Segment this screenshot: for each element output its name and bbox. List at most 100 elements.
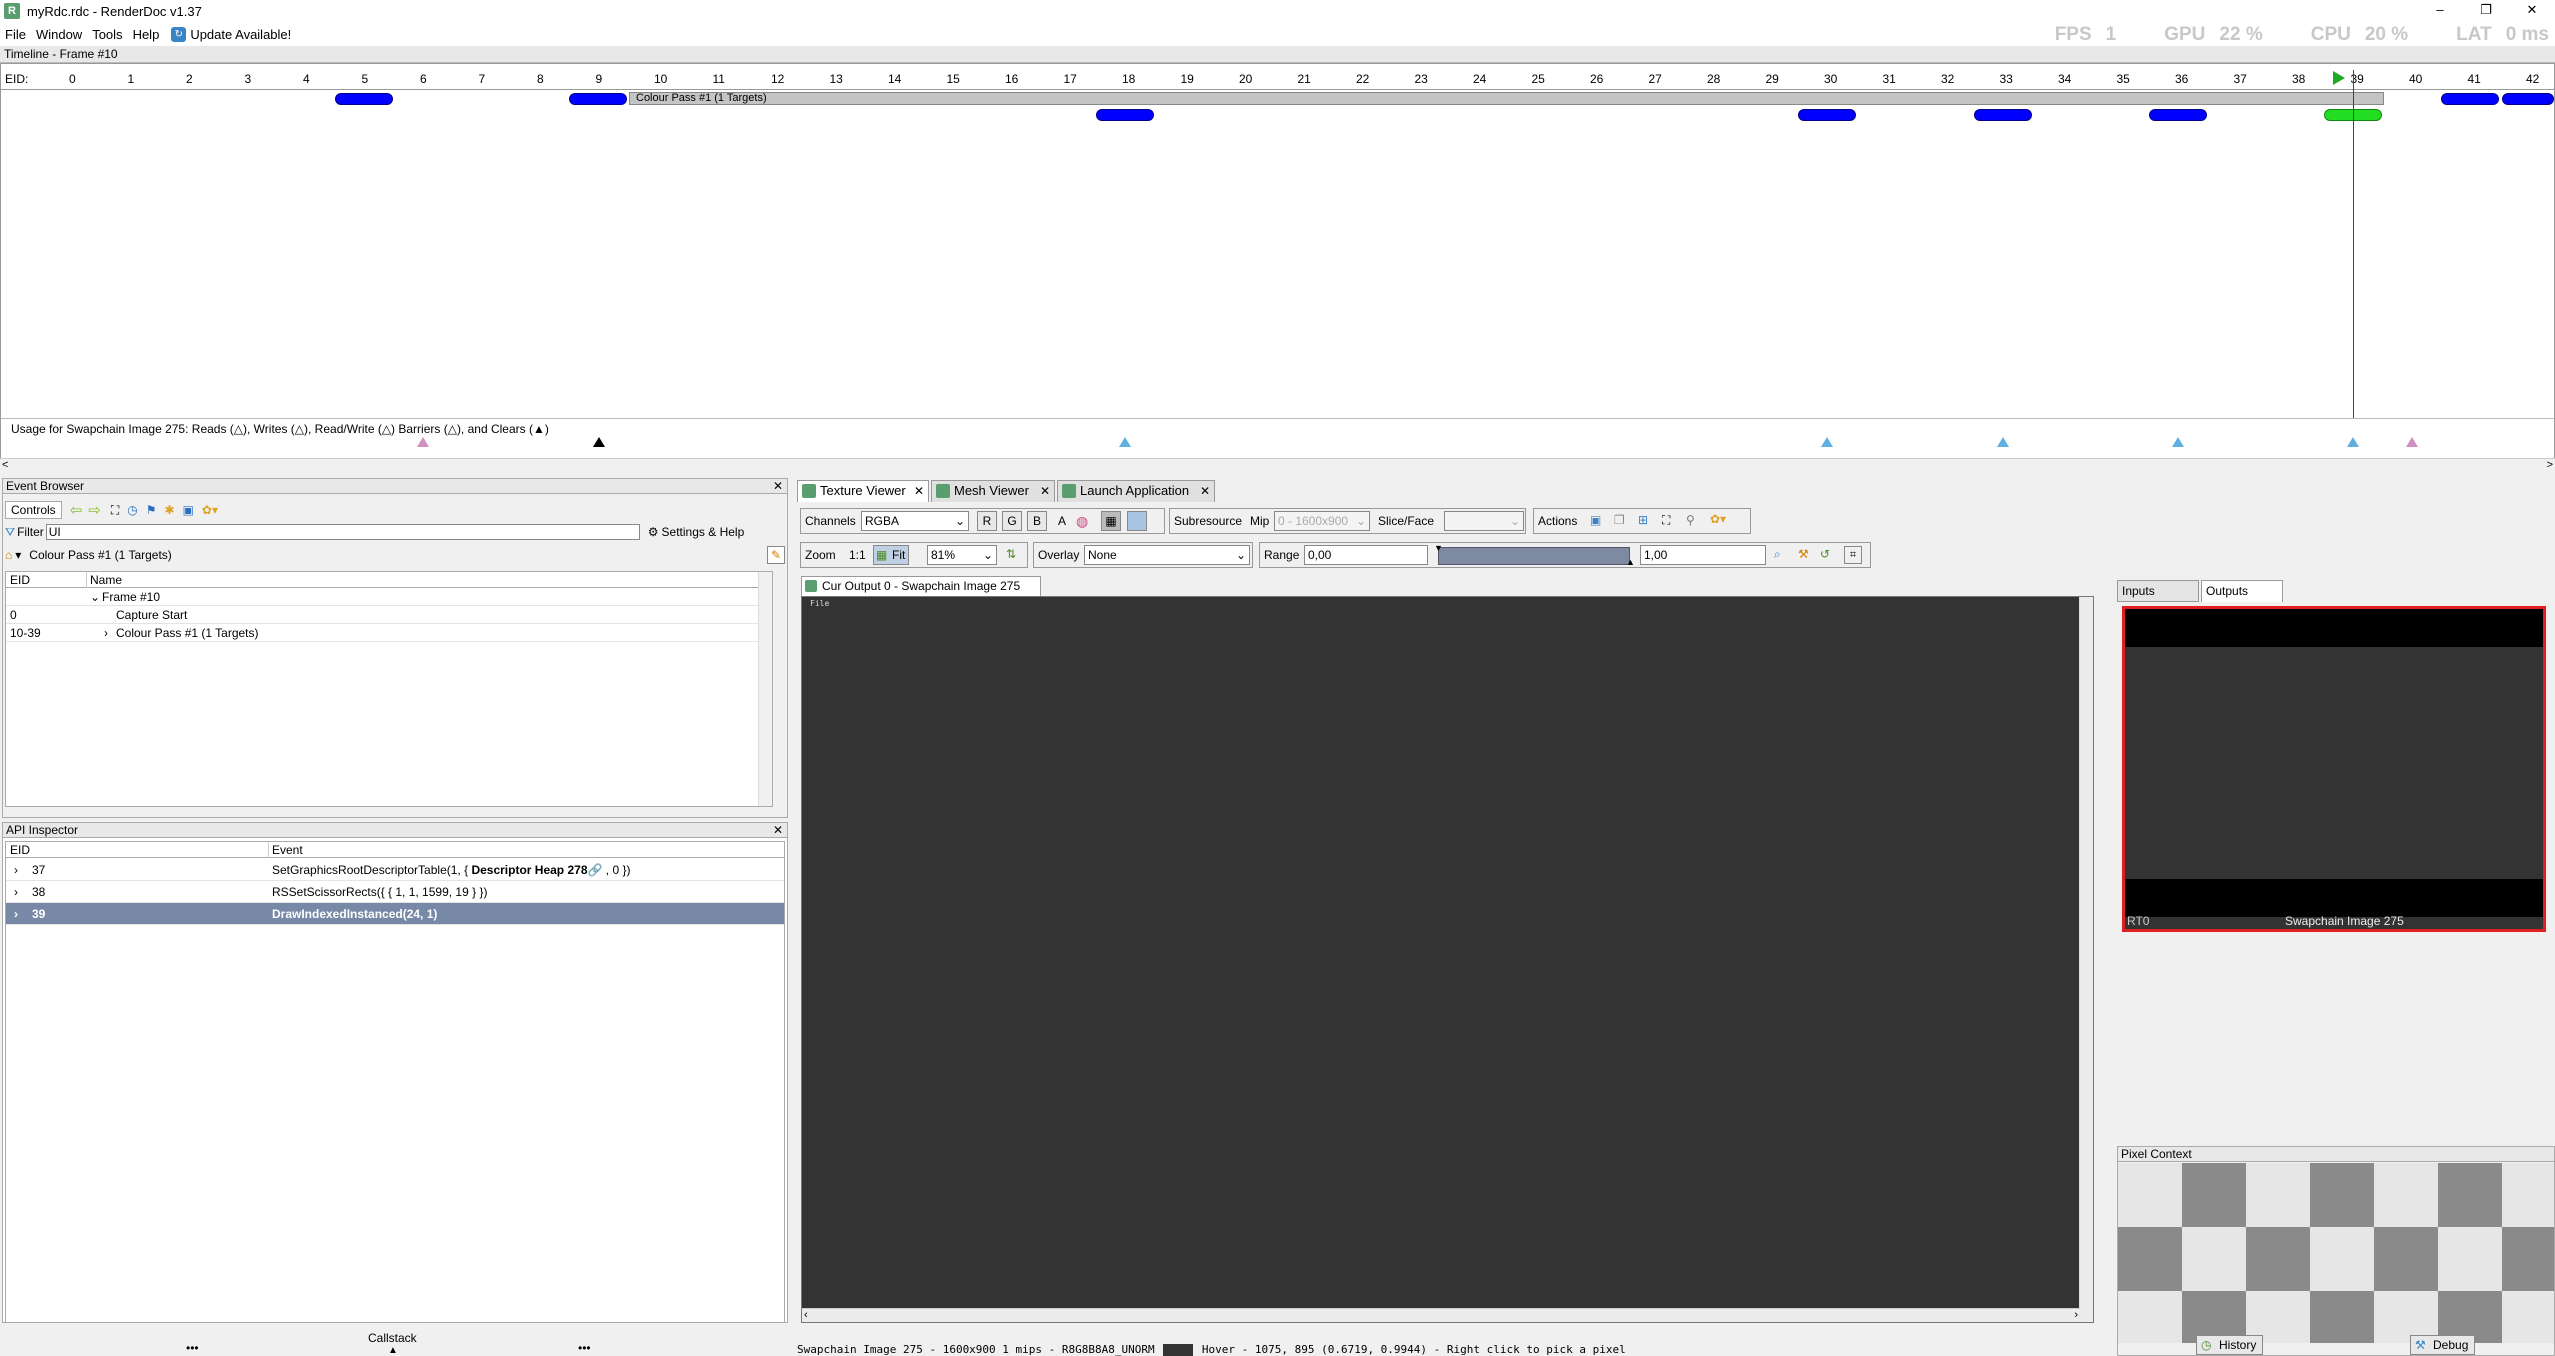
timeline-tick[interactable]: 42 [2526,72,2539,86]
col-eid[interactable]: EID [10,842,30,858]
texture-canvas[interactable]: File ‹ › [801,596,2094,1323]
timeline-tick[interactable]: 5 [362,72,369,86]
write-triangle-icon[interactable] [2347,437,2359,447]
timeline-tick[interactable]: 35 [2117,72,2130,86]
pixel-context-view[interactable] [2118,1163,2554,1343]
bookmark-icon[interactable]: ⚑ [146,503,157,517]
slice-face-select[interactable]: ⌄ [1444,511,1524,531]
timeline-tick[interactable]: 11 [713,72,725,86]
tab-texture-viewer[interactable]: Texture Viewer ✕ [797,480,929,502]
write-triangle-icon[interactable] [1119,437,1131,447]
tab-outputs[interactable]: Outputs [2201,580,2283,602]
scroll-left-icon[interactable]: ‹ [804,1309,808,1321]
range-max-input[interactable]: 1,00 [1640,545,1766,565]
link-icon[interactable]: ⚲ [1686,513,1695,527]
tab-cur-output[interactable]: Cur Output 0 - Swapchain Image 275 [801,576,1041,596]
channel-a-toggle[interactable]: A [1058,514,1066,528]
callstack-label[interactable]: Callstack [368,1331,417,1345]
dots-handle-icon[interactable]: ••• [578,1341,591,1355]
timeline-tick[interactable]: 0 [69,72,76,86]
timeline-tick[interactable]: 21 [1298,72,1311,86]
timeline-tick[interactable]: 41 [2468,72,2481,86]
timeline-tick[interactable]: 22 [1356,72,1369,86]
write-triangle-icon[interactable] [1821,437,1833,447]
col-event[interactable]: Event [268,842,303,858]
timeline-tick[interactable]: 4 [303,72,310,86]
timeline-tick[interactable]: 15 [947,72,960,86]
range-min-handle-icon[interactable]: ▼ [1434,543,1443,553]
range-min-input[interactable]: 0,00 [1304,545,1428,565]
timeline-tick[interactable]: 19 [1181,72,1194,86]
open-texture-icon[interactable]: ⊞ [1638,513,1648,527]
descriptor-heap-link[interactable]: Descriptor Heap 278 [471,863,587,877]
timeline-tick[interactable]: 23 [1415,72,1428,86]
timeline-tick[interactable]: 30 [1824,72,1837,86]
update-available-link[interactable]: ↻ Update Available! [166,26,296,42]
timeline-tick[interactable]: 29 [1766,72,1779,86]
timeline-tick[interactable]: 1 [128,72,135,86]
range-histogram-slider[interactable] [1438,547,1630,565]
timeline-tick[interactable]: 27 [1649,72,1662,86]
close-icon[interactable]: ✕ [773,823,783,837]
save-texture-icon[interactable]: ▣ [1590,513,1601,527]
tab-launch-application[interactable]: Launch Application ✕ [1057,480,1215,502]
timeline-tick[interactable]: 40 [2409,72,2422,86]
clear-triangle-icon[interactable] [593,437,605,447]
timeline-tick[interactable]: 7 [479,72,486,86]
timeline-tick[interactable]: 13 [830,72,843,86]
timing-clock-icon[interactable]: ◷ [127,503,137,517]
colour-pass-bar[interactable]: Colour Pass #1 (1 Targets) [629,92,2384,105]
settings-gear-icon[interactable]: ✱ [165,503,175,517]
timeline-tick[interactable]: 6 [420,72,427,86]
timeline-panel[interactable]: EID: 0 1 2 3 4 5 6 7 8 9 10 11 12 13 14 15 16 17 18 19 20 21 2… [0,63,2555,467]
chevron-down-icon[interactable]: ▾ [15,548,21,562]
timeline-tick[interactable]: 10 [654,72,667,86]
barrier-triangle-icon[interactable] [2406,437,2418,447]
scroll-right-icon[interactable]: > [2547,459,2553,471]
timeline-tick[interactable]: 28 [1707,72,1720,86]
breadcrumb-item[interactable]: Colour Pass #1 (1 Targets) [29,548,172,562]
timeline-tick[interactable]: 33 [2000,72,2013,86]
event-marker[interactable] [2502,93,2554,105]
expand-chevron-icon[interactable]: › [14,903,18,925]
timeline-tick[interactable]: 25 [1532,72,1545,86]
api-row-selected[interactable]: › 39 DrawIndexedInstanced(24, 1) [6,903,784,925]
zoom-range-icon[interactable]: ⌕ [1774,547,1781,562]
close-icon[interactable]: ✕ [914,481,924,501]
timeline-tick[interactable]: 32 [1941,72,1954,86]
tree-row-colour-pass[interactable]: 10-39 › Colour Pass #1 (1 Targets) [6,624,772,642]
tree-row-capture-start[interactable]: 0 Capture Start [6,606,772,624]
api-row[interactable]: › 37 SetGraphicsRootDescriptorTable(1, {… [6,859,784,881]
close-window-button[interactable]: ✕ [2509,0,2555,22]
zoom-1to1-button[interactable]: 1:1 [849,548,866,562]
timeline-tick[interactable]: 24 [1473,72,1486,86]
checkerboard-icon[interactable]: ▦ [1101,511,1121,531]
find-binoculars-icon[interactable]: ⛶ [1662,513,1670,528]
home-icon[interactable]: ⌂ [5,548,12,562]
zoom-select[interactable]: 81% ⌄ [927,545,997,565]
timeline-tick[interactable]: 14 [888,72,901,86]
timeline-tick[interactable]: 17 [1064,72,1077,86]
timeline-tick[interactable]: 18 [1122,72,1135,86]
event-marker[interactable] [569,93,627,105]
color-wheel-icon[interactable]: ◍ [1076,513,1088,530]
barrier-triangle-icon[interactable] [417,437,429,447]
col-name[interactable]: Name [86,572,122,588]
close-icon[interactable]: ✕ [773,479,783,493]
scroll-right-icon[interactable]: › [2074,1309,2078,1321]
channels-select[interactable]: RGBA ⌄ [861,511,969,531]
export-dropdown-icon[interactable]: ✿▾ [202,503,218,517]
reset-range-icon[interactable]: ↺ [1820,547,1830,561]
settings-help-button[interactable]: Settings & Help [662,525,745,539]
settings-dropdown-icon[interactable]: ✿▾ [1710,512,1726,526]
tree-row-frame[interactable]: ⌄ Frame #10 [6,588,772,606]
mip-select[interactable]: 0 - 1600x900 ⌄ [1274,511,1370,531]
timeline-tick[interactable]: 20 [1239,72,1252,86]
output-thumbnail[interactable]: RT0 Swapchain Image 275 [2122,606,2546,932]
api-event-list[interactable]: EID Event › 37 SetGraphicsRootDescriptor… [5,841,785,1356]
back-arrow-icon[interactable]: ⇦ [70,501,83,519]
expand-chevron-icon[interactable]: › [14,881,18,903]
channel-r-toggle[interactable]: R [977,511,997,531]
link-icon[interactable]: 🔗 [588,863,603,877]
auto-fit-wand-icon[interactable]: ⚒ [1798,547,1809,561]
